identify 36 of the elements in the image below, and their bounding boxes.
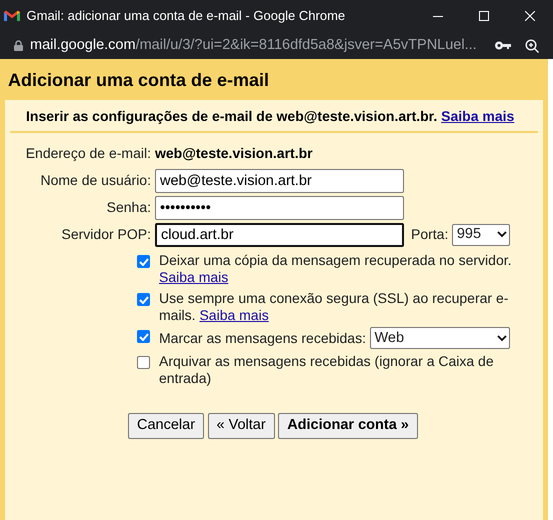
option-label: Use sempre uma conexão segura (SSL) ao recuperar e-mails. Saiba mais [159, 290, 510, 324]
dialog-button[interactable]: Cancelar [128, 413, 204, 439]
gmail-logo-icon [4, 10, 20, 22]
key-icon[interactable] [495, 41, 511, 50]
field-label: Servidor POP: [60, 225, 152, 244]
input-field[interactable]: cloud.art.br [155, 222, 404, 246]
option-label: Marcar as mensagens recebidas: [159, 330, 366, 346]
window-title: Gmail: adicionar uma conta de e-mail - Google Chrome [26, 7, 346, 26]
option-label: Arquivar as mensagens recebidas (ignorar a Caixa de entrada) [159, 353, 495, 387]
checkbox[interactable] [137, 293, 150, 306]
learn-more-link[interactable]: Saiba mais [159, 269, 228, 285]
checkbox[interactable] [137, 255, 150, 268]
checkbox[interactable] [137, 356, 150, 369]
instruction-text: Inserir as configurações de e-mail de web@teste.vision.art.br. [26, 108, 438, 124]
input-field[interactable]: •••••••••• [155, 196, 404, 220]
close-icon [525, 11, 535, 21]
field-label: Endereço de e-mail: [24, 144, 152, 163]
port-label: Porta: [411, 225, 448, 244]
field-label: Nome de usuário: [39, 171, 152, 190]
lock-icon [14, 40, 23, 51]
chevron-down-icon [496, 334, 506, 342]
port-select[interactable]: 995 [452, 224, 510, 246]
label-select[interactable]: Web [370, 327, 510, 349]
dialog-button[interactable]: Adicionar conta » [278, 413, 418, 439]
dialog-button[interactable]: « Voltar [208, 413, 275, 439]
dialog-title: Adicionar uma conta de e-mail [7, 69, 270, 92]
field-label: Senha: [106, 198, 152, 217]
zoom-icon[interactable] [525, 38, 539, 52]
maximize-icon [479, 11, 489, 21]
chevron-down-icon [496, 231, 507, 238]
email-address-text: web@teste.vision.art.br [155, 144, 313, 163]
option-label: Deixar uma cópia da mensagem recuperada no servidor. Saiba mais [159, 252, 513, 286]
learn-more-link[interactable]: Saiba mais [441, 108, 514, 124]
learn-more-link[interactable]: Saiba mais [199, 307, 269, 323]
checkbox[interactable] [137, 330, 150, 343]
input-field[interactable]: web@teste.vision.art.br [155, 168, 404, 192]
